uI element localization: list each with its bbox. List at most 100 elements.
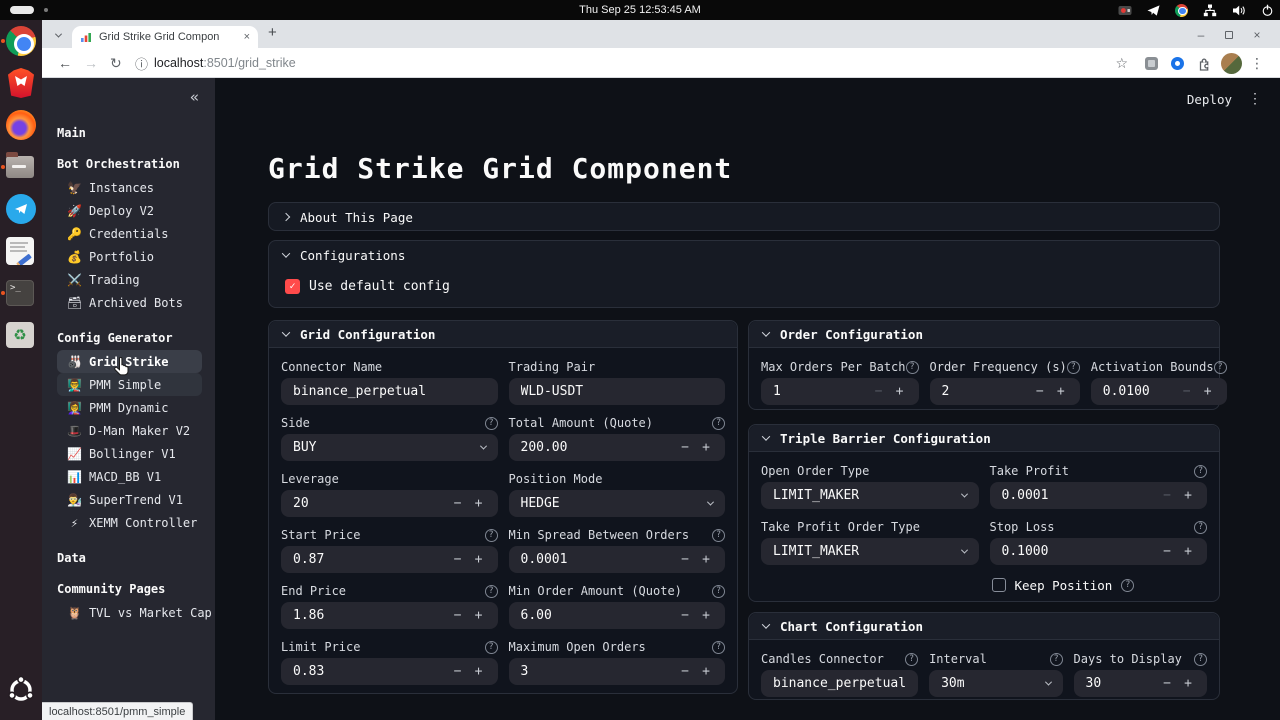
dock-text-editor[interactable] bbox=[6, 236, 36, 266]
increment-button[interactable]: + bbox=[1181, 676, 1195, 691]
extensions-puzzle-icon[interactable] bbox=[1197, 48, 1212, 78]
decrement-button[interactable]: − bbox=[1033, 384, 1047, 399]
order-frequency-input[interactable]: 2− + bbox=[929, 378, 1080, 405]
decrement-button[interactable]: − bbox=[678, 552, 692, 567]
increment-button[interactable]: + bbox=[1054, 384, 1068, 399]
help-icon[interactable]: ? bbox=[712, 640, 725, 654]
help-icon[interactable]: ? bbox=[484, 416, 498, 430]
stop-loss-input[interactable]: 0.1000− + bbox=[989, 538, 1207, 565]
configurations-expander-header[interactable]: Configurations bbox=[269, 241, 1219, 269]
days-to-display-input[interactable]: 30− + bbox=[1073, 670, 1207, 697]
help-icon[interactable]: ? bbox=[1121, 578, 1135, 592]
back-button[interactable]: ← bbox=[58, 48, 72, 78]
decrement-button[interactable]: − bbox=[451, 608, 465, 623]
dock-terminal[interactable]: >_ bbox=[1, 278, 36, 308]
decrement-button[interactable]: − bbox=[451, 664, 465, 679]
workspace-dot[interactable] bbox=[44, 8, 48, 12]
activation-bounds-input[interactable]: 0.0100− + bbox=[1090, 378, 1227, 405]
power-icon[interactable] bbox=[1261, 4, 1274, 17]
start-price-input[interactable]: 0.87− + bbox=[281, 546, 498, 573]
help-icon[interactable]: ? bbox=[1194, 652, 1207, 666]
leverage-input[interactable]: 20− + bbox=[281, 490, 498, 517]
sidebar-item-bollinger-v1[interactable]: 📈 Bollinger V1 bbox=[57, 442, 202, 465]
screen-record-icon[interactable] bbox=[1118, 3, 1132, 17]
tab-close-icon[interactable]: × bbox=[244, 31, 250, 43]
sidebar-item-archived-bots[interactable]: 🗃 Archived Bots bbox=[57, 291, 202, 314]
limit-price-input[interactable]: 0.83− + bbox=[281, 658, 498, 685]
help-icon[interactable]: ? bbox=[712, 416, 725, 430]
sidebar-item-dman-maker-v2[interactable]: 🎩 D-Man Maker V2 bbox=[57, 419, 202, 442]
dock-telegram[interactable] bbox=[6, 194, 36, 224]
dock-files[interactable] bbox=[1, 152, 36, 182]
increment-button[interactable]: + bbox=[472, 496, 486, 511]
bookmark-star-icon[interactable]: ☆ bbox=[1115, 48, 1128, 78]
workspace-indicator[interactable] bbox=[10, 6, 34, 14]
window-close-button[interactable]: × bbox=[1250, 28, 1264, 42]
system-clock[interactable]: Thu Sep 25 12:53:45 AM bbox=[579, 0, 701, 20]
decrement-button[interactable]: − bbox=[451, 496, 465, 511]
ubuntu-logo[interactable] bbox=[6, 675, 36, 710]
help-icon[interactable]: ? bbox=[905, 360, 919, 374]
help-icon[interactable]: ? bbox=[484, 640, 498, 654]
help-icon[interactable]: ? bbox=[484, 584, 498, 598]
candles-connector-input[interactable]: binance_perpetual bbox=[761, 670, 919, 697]
sidebar-item-deploy-v2[interactable]: 🚀 Deploy V2 bbox=[57, 199, 202, 222]
increment-button[interactable]: + bbox=[699, 552, 713, 567]
max-open-orders-input[interactable]: 3− + bbox=[508, 658, 725, 685]
tab-search-button[interactable] bbox=[50, 27, 66, 43]
app-menu-kebab-icon[interactable]: ⋮ bbox=[1248, 91, 1262, 107]
decrement-button[interactable]: − bbox=[1160, 488, 1174, 503]
window-maximize-button[interactable] bbox=[1222, 28, 1236, 42]
new-tab-button[interactable]: + bbox=[268, 24, 277, 41]
network-icon[interactable] bbox=[1203, 4, 1217, 17]
browser-menu-kebab-icon[interactable]: ⋮ bbox=[1250, 48, 1264, 78]
help-icon[interactable]: ? bbox=[712, 584, 725, 598]
sidebar-item-credentials[interactable]: 🔑 Credentials bbox=[57, 222, 202, 245]
sidebar-item-pmm-dynamic[interactable]: 👩‍🏫 PMM Dynamic bbox=[57, 396, 202, 419]
position-mode-select[interactable]: HEDGE bbox=[508, 490, 725, 517]
site-info-icon[interactable]: ⓘ bbox=[135, 48, 148, 78]
help-icon[interactable]: ? bbox=[1194, 520, 1207, 534]
end-price-input[interactable]: 1.86− + bbox=[281, 602, 498, 629]
help-icon[interactable]: ? bbox=[1213, 360, 1227, 374]
decrement-button[interactable]: − bbox=[678, 440, 692, 455]
address-bar[interactable]: localhost:8501/grid_strike bbox=[154, 48, 296, 78]
help-icon[interactable]: ? bbox=[712, 528, 725, 542]
decrement-button[interactable]: − bbox=[872, 384, 886, 399]
sidebar-item-trading[interactable]: ⚔️ Trading bbox=[57, 268, 202, 291]
decrement-button[interactable]: − bbox=[1180, 384, 1194, 399]
sidebar-collapse-icon[interactable]: « bbox=[190, 88, 199, 106]
profile-avatar[interactable] bbox=[1221, 48, 1242, 78]
browser-tab[interactable]: Grid Strike Grid Compon × bbox=[72, 26, 258, 48]
take-profit-order-type-select[interactable]: LIMIT_MAKER bbox=[761, 538, 979, 565]
increment-button[interactable]: + bbox=[893, 384, 907, 399]
extension-icon-1[interactable] bbox=[1145, 48, 1158, 78]
connector-name-input[interactable]: binance_perpetual bbox=[281, 378, 498, 405]
side-select[interactable]: BUY bbox=[281, 434, 498, 461]
sidebar-item-supertrend-v1[interactable]: 👨‍🔬 SuperTrend V1 bbox=[57, 488, 202, 511]
increment-button[interactable]: + bbox=[699, 664, 713, 679]
telegram-tray-icon[interactable] bbox=[1147, 4, 1160, 17]
increment-button[interactable]: + bbox=[1201, 384, 1215, 399]
dock-trash[interactable]: ♻ bbox=[6, 320, 36, 350]
open-order-type-select[interactable]: LIMIT_MAKER bbox=[761, 482, 979, 509]
increment-button[interactable]: + bbox=[472, 664, 486, 679]
dock-chrome[interactable] bbox=[1, 26, 36, 56]
use-default-config-checkbox[interactable]: ✓ bbox=[285, 279, 300, 294]
help-icon[interactable]: ? bbox=[484, 528, 498, 542]
increment-button[interactable]: + bbox=[699, 608, 713, 623]
sidebar-item-tvl-vs-market-cap[interactable]: 🦉 TVL vs Market Cap bbox=[57, 601, 212, 624]
increment-button[interactable]: + bbox=[472, 608, 486, 623]
forward-button[interactable]: → bbox=[84, 48, 98, 78]
trading-pair-input[interactable]: WLD-USDT bbox=[508, 378, 725, 405]
reload-button[interactable]: ↻ bbox=[110, 48, 122, 78]
order-configuration-header[interactable]: Order Configuration bbox=[749, 321, 1219, 348]
increment-button[interactable]: + bbox=[699, 440, 713, 455]
help-icon[interactable]: ? bbox=[1049, 652, 1063, 666]
triple-barrier-header[interactable]: Triple Barrier Configuration bbox=[749, 425, 1219, 452]
total-amount-input[interactable]: 200.00− + bbox=[508, 434, 725, 461]
max-orders-per-batch-input[interactable]: 1− + bbox=[761, 378, 919, 405]
interval-select[interactable]: 30m bbox=[929, 670, 1063, 697]
grid-configuration-header[interactable]: Grid Configuration bbox=[269, 321, 737, 348]
extension-icon-2[interactable] bbox=[1171, 48, 1184, 78]
